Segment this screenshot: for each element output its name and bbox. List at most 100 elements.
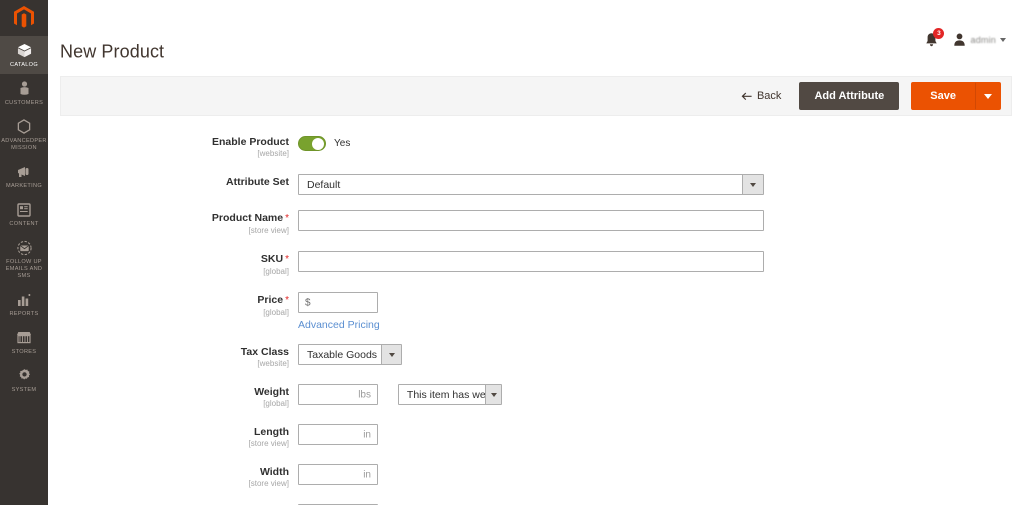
sidebar-item-label: CONTENT	[9, 221, 39, 227]
person-icon	[18, 79, 31, 98]
product-name-input[interactable]	[298, 210, 764, 231]
sidebar-item-catalog[interactable]: CATALOG	[0, 36, 48, 74]
length-input-wrapper: in	[298, 424, 378, 445]
envelope-gear-icon	[16, 238, 33, 257]
enable-product-toggle[interactable]	[298, 136, 326, 151]
sku-input[interactable]	[298, 251, 764, 272]
sidebar-item-label: MARKETING	[6, 183, 42, 189]
header-actions: 3 admin	[924, 28, 1006, 48]
sidebar-item-label: ADVANCEDPER MISSION	[1, 138, 47, 151]
field-control: Yes	[298, 132, 1024, 151]
label-text: Enable Product	[211, 136, 289, 148]
weight-input-wrapper: lbs	[298, 384, 378, 405]
back-button[interactable]: Back	[735, 86, 787, 106]
label-scope: [store view]	[248, 439, 289, 448]
sidebar-item-advanced-permission[interactable]: ADVANCEDPER MISSION	[0, 112, 48, 157]
field-control	[298, 249, 1024, 272]
label-text: Tax Class	[240, 346, 289, 358]
label-text: Weight	[254, 386, 289, 398]
chevron-down-icon	[1000, 38, 1006, 42]
user-name-label: admin	[970, 35, 996, 45]
required-asterisk: *	[285, 213, 289, 224]
sidebar-item-stores[interactable]: STORES	[0, 323, 48, 361]
user-avatar-icon	[954, 33, 966, 46]
chevron-down-icon	[742, 175, 763, 194]
field-length: Length [store view] in	[48, 422, 1024, 449]
window-icon	[17, 200, 31, 219]
notifications-button[interactable]: 3	[924, 28, 945, 48]
field-label: Tax Class [website]	[48, 342, 298, 369]
save-split-button: Save	[911, 82, 1001, 110]
save-button[interactable]: Save	[911, 82, 975, 110]
advanced-pricing-link[interactable]: Advanced Pricing	[298, 319, 380, 331]
magento-admin-page: CATALOG CUSTOMERS ADVANCEDPER MISSION MA…	[0, 0, 1024, 505]
bar-chart-icon	[17, 290, 31, 309]
field-control: Default	[298, 172, 1024, 195]
page-actions-toolbar: Back Add Attribute Save	[60, 76, 1012, 116]
chevron-down-icon	[381, 345, 401, 364]
sidebar-item-label: STORES	[11, 349, 37, 355]
arrow-left-icon	[741, 92, 752, 100]
field-control: $ Advanced Pricing	[298, 290, 1024, 333]
sidebar-item-label: CUSTOMERS	[4, 100, 44, 106]
field-control: in	[298, 462, 1024, 485]
notification-count-badge: 3	[933, 28, 945, 39]
width-input[interactable]	[298, 464, 378, 485]
add-attribute-button[interactable]: Add Attribute	[799, 82, 900, 110]
user-menu[interactable]: admin	[953, 33, 1006, 47]
attribute-set-value: Default	[307, 178, 341, 191]
field-price: Price * [global] $ Advanced Pricing	[48, 290, 1024, 333]
label-text: Price	[257, 294, 284, 306]
label-text: Length	[254, 426, 289, 438]
chevron-down-icon	[485, 385, 501, 404]
label-text: Width	[259, 466, 289, 478]
field-label: Enable Product [website]	[48, 132, 298, 159]
box-icon	[17, 41, 32, 60]
field-label: Attribute Set	[48, 172, 298, 188]
field-sku: SKU * [global]	[48, 249, 1024, 277]
sidebar-item-content[interactable]: CONTENT	[0, 195, 48, 233]
weight-input[interactable]	[298, 384, 378, 405]
label-text: Product Name	[211, 212, 284, 224]
field-label: SKU * [global]	[48, 249, 298, 277]
field-width: Width [store view] in	[48, 462, 1024, 489]
chevron-down-icon	[984, 93, 992, 99]
sidebar-item-label: FOLLOW UP EMAILS AND SMS	[5, 259, 43, 279]
price-input[interactable]	[298, 292, 378, 313]
label-text: SKU	[260, 253, 284, 265]
field-product-name: Product Name * [store view]	[48, 208, 1024, 236]
field-enable-product: Enable Product [website] Yes	[48, 132, 1024, 159]
sidebar-item-follow-up-emails[interactable]: FOLLOW UP EMAILS AND SMS	[0, 233, 48, 285]
page-title: New Product	[60, 41, 165, 62]
length-input[interactable]	[298, 424, 378, 445]
label-scope: [store view]	[248, 479, 289, 488]
sidebar-item-customers[interactable]: CUSTOMERS	[0, 74, 48, 112]
megaphone-icon	[16, 162, 32, 181]
storefront-icon	[16, 328, 32, 347]
gear-icon	[17, 366, 32, 385]
label-scope: [global]	[263, 308, 289, 317]
sidebar-item-reports[interactable]: REPORTS	[0, 285, 48, 323]
back-button-label: Back	[756, 90, 782, 102]
sidebar-item-system[interactable]: SYSTEM	[0, 361, 48, 399]
field-label: Length [store view]	[48, 422, 298, 449]
field-tax-class: Tax Class [website] Taxable Goods	[48, 342, 1024, 369]
field-control: Taxable Goods	[298, 342, 1024, 365]
required-asterisk: *	[285, 254, 289, 265]
toggle-knob	[312, 137, 324, 150]
field-label: Weight [global]	[48, 382, 298, 409]
sidebar-item-label: REPORTS	[9, 311, 39, 317]
save-options-button[interactable]	[975, 82, 1001, 110]
attribute-set-select[interactable]: Default	[298, 174, 764, 195]
magento-logo[interactable]	[0, 0, 48, 36]
width-input-wrapper: in	[298, 464, 378, 485]
label-scope: [website]	[257, 149, 289, 158]
has-weight-select[interactable]: This item has weight	[397, 384, 502, 405]
sidebar-item-marketing[interactable]: MARKETING	[0, 157, 48, 195]
tax-class-select[interactable]: Taxable Goods	[298, 344, 402, 365]
label-text: Attribute Set	[226, 176, 289, 188]
field-label: Product Name * [store view]	[48, 208, 298, 236]
label-scope: [global]	[263, 399, 289, 408]
field-control	[298, 208, 1024, 231]
price-input-wrapper: $	[298, 292, 378, 313]
